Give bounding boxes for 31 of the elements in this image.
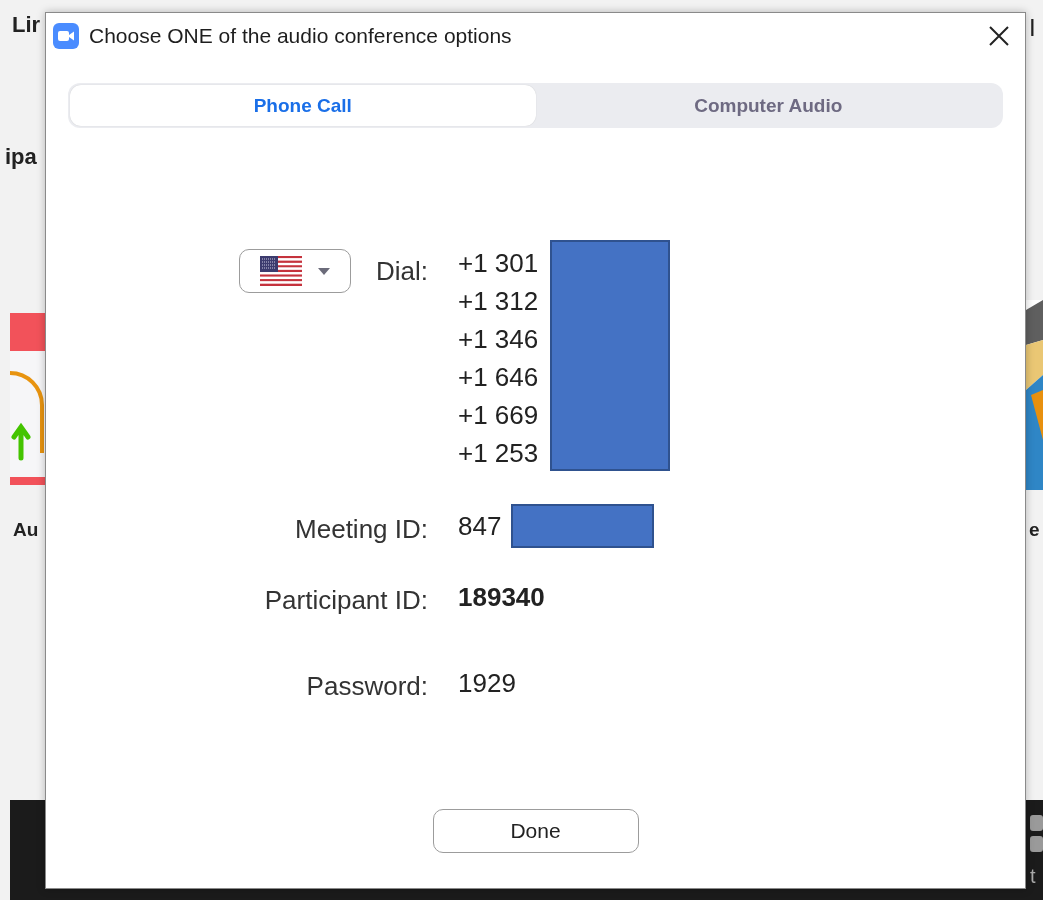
background-text: ipa (5, 146, 37, 168)
done-button[interactable]: Done (432, 809, 639, 853)
flag-icon (260, 256, 302, 286)
video-camera-icon (53, 23, 79, 49)
close-icon (989, 26, 1009, 46)
tab[interactable]: Computer Audio (535, 85, 1001, 126)
window-title: Choose ONE of the audio conference options (89, 24, 513, 48)
background-text: e (1029, 520, 1040, 539)
button-shape (1030, 836, 1043, 852)
field-label: Participant ID: (263, 584, 428, 616)
phone-number: +1 301 (458, 247, 540, 280)
close-button[interactable] (987, 24, 1011, 48)
caret-icon (318, 267, 330, 275)
background-text: t (1030, 866, 1036, 886)
phone-number: +1 646 (458, 361, 540, 394)
background-text: Au (13, 520, 39, 539)
field-label: Dial: (376, 255, 428, 287)
phone-number: +1 312 (458, 285, 540, 318)
button-shape (1030, 815, 1043, 831)
phone-number: +1 669 (458, 399, 540, 432)
field-value: 847 (458, 510, 502, 543)
background-text: Lir (12, 14, 41, 36)
field-label: Meeting ID: (294, 513, 428, 545)
field-value: 1929 (458, 667, 516, 700)
field-label: Password: (305, 670, 428, 702)
phone-number: +1 253 (458, 437, 540, 470)
field-value: 189340 (458, 581, 545, 614)
tab[interactable]: Phone Call (70, 85, 536, 126)
country-dropdown[interactable] (239, 249, 351, 293)
background-text: I (1029, 16, 1036, 40)
phone-number: +1 346 (458, 323, 540, 356)
